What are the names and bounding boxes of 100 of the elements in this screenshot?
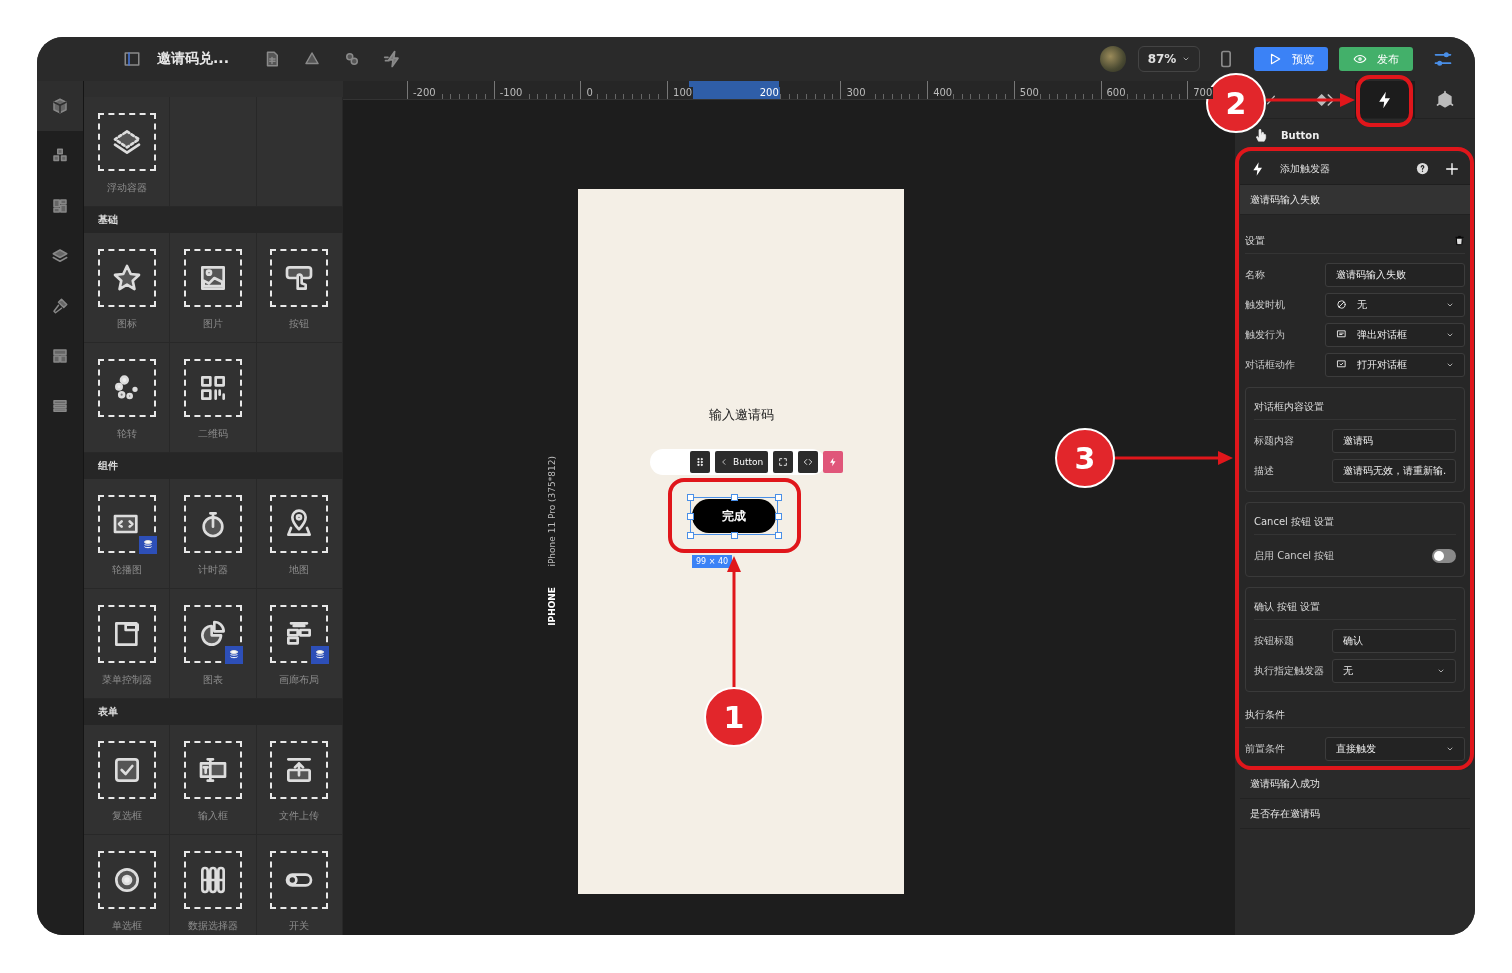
component-tile[interactable] <box>97 851 156 909</box>
sliders-icon <box>1433 49 1453 69</box>
code-button[interactable] <box>798 451 819 473</box>
component-label: 地图 <box>289 563 310 577</box>
resize-handle[interactable] <box>731 494 738 501</box>
grip-icon <box>695 457 705 467</box>
component-tile[interactable] <box>184 495 242 553</box>
brush-icon <box>51 297 69 315</box>
select-field[interactable]: 弹出对话框 <box>1325 322 1465 347</box>
code-icon <box>803 457 814 467</box>
component-label: 浮动容器 <box>106 181 147 195</box>
field-label: 触发行为 <box>1245 327 1285 342</box>
component-tile[interactable] <box>184 851 242 909</box>
field-label: 执行指定触发器 <box>1254 663 1324 678</box>
component-label: 输入框 <box>198 809 228 823</box>
preview-button[interactable]: 预览 <box>1254 47 1328 71</box>
component-label: 图片 <box>203 317 223 331</box>
component-label: 轮转 <box>116 427 137 441</box>
component-tile[interactable] <box>184 741 242 799</box>
ruler-label: 500 <box>1018 87 1040 99</box>
field-label: 前置条件 <box>1245 741 1285 756</box>
panel-title: 添加触发器 <box>1280 161 1331 176</box>
input-field[interactable]: 确认 <box>1332 628 1456 653</box>
plus-icon <box>1444 160 1460 177</box>
resize-handle[interactable] <box>775 494 782 501</box>
avatar[interactable] <box>1100 46 1126 72</box>
component-tile[interactable] <box>97 113 156 171</box>
device-label: IPHONE <box>547 586 557 626</box>
component-label: 二维码 <box>198 427 228 441</box>
component-tile[interactable] <box>184 359 242 417</box>
component-tile[interactable] <box>270 495 329 553</box>
chevron-left-icon <box>720 458 728 466</box>
resize-handle[interactable] <box>775 532 782 539</box>
highlight-outline <box>1356 75 1413 127</box>
field-label: 描述 <box>1254 463 1274 478</box>
ban-icon <box>1336 299 1347 310</box>
component-tile[interactable] <box>270 249 329 307</box>
cube-icon <box>1435 89 1455 110</box>
group-title: 对话框内容设置 <box>1254 399 1324 414</box>
expand-icon <box>778 457 789 467</box>
ruler-label: 300 <box>845 87 867 99</box>
element-name: Button <box>1281 129 1320 141</box>
parent-select-button[interactable]: Button <box>715 451 769 473</box>
layout-icon <box>51 347 69 365</box>
component-label: 按钮 <box>289 317 310 331</box>
ruler-label: 200 <box>758 87 780 99</box>
component-label: 计时器 <box>198 563 228 577</box>
input-field[interactable]: 邀请码输入失败 <box>1325 262 1465 287</box>
component-tile[interactable] <box>184 249 242 307</box>
component-tile[interactable] <box>97 359 156 417</box>
group-title: 执行条件 <box>1245 707 1285 722</box>
component-tile[interactable] <box>97 605 156 663</box>
zoom-select[interactable]: 87% <box>1138 46 1200 72</box>
trigger-item[interactable]: 邀请码输入失败 <box>1240 185 1470 215</box>
field-label: 启用 Cancel 按钮 <box>1254 548 1335 563</box>
select-field[interactable]: 打开对话框 <box>1325 352 1465 377</box>
input-field[interactable]: 邀请码 <box>1332 428 1456 453</box>
select-field[interactable]: 无 <box>1332 658 1456 683</box>
select-field[interactable]: 直接触发 <box>1325 736 1465 761</box>
component-tile[interactable] <box>97 741 156 799</box>
ruler-label: 600 <box>1105 87 1127 99</box>
resize-handle[interactable] <box>687 494 694 501</box>
ruler-label: -100 <box>498 87 524 99</box>
drag-handle-button[interactable] <box>690 451 710 473</box>
field-label: 按钮标题 <box>1254 633 1294 648</box>
component-tile[interactable] <box>184 605 242 663</box>
component-label: 画廊布局 <box>279 673 320 687</box>
select-field[interactable]: 无 <box>1325 292 1465 317</box>
ruler-label: 700 <box>1192 87 1214 99</box>
section-header: 组件 <box>84 453 343 479</box>
ruler-label: 400 <box>932 87 954 99</box>
help-icon <box>1415 161 1430 176</box>
expand-button[interactable] <box>773 451 794 473</box>
done-button[interactable]: 完成 <box>692 499 776 533</box>
field-label: 对话框动作 <box>1245 357 1295 372</box>
play-icon <box>1268 52 1282 66</box>
input-field[interactable]: 邀请码无效，请重新输. <box>1332 458 1456 483</box>
sidebar-tab[interactable] <box>37 81 83 131</box>
size-badge: 99 × 40 <box>692 555 733 568</box>
sidebar-icon <box>123 50 141 68</box>
resize-handle[interactable] <box>687 513 694 520</box>
component-label: 图表 <box>203 673 223 687</box>
component-tile[interactable] <box>97 495 156 553</box>
component-label: 菜单控制器 <box>101 673 152 687</box>
group-title: 确认 按钮 设置 <box>1254 599 1321 614</box>
component-tile[interactable] <box>97 249 156 307</box>
field-label: 标题内容 <box>1254 433 1294 448</box>
resize-handle[interactable] <box>687 532 694 539</box>
resize-handle[interactable] <box>731 532 738 539</box>
layers-icon <box>51 247 69 265</box>
component-tile[interactable] <box>270 605 329 663</box>
eye-icon <box>1353 52 1367 66</box>
resize-handle[interactable] <box>775 513 782 520</box>
component-label: 轮播图 <box>111 563 142 577</box>
toggle-switch[interactable] <box>1432 548 1456 563</box>
component-label: 单选框 <box>111 919 142 933</box>
component-tile[interactable] <box>270 851 329 909</box>
component-tile[interactable] <box>270 741 329 799</box>
ruler-label: 0 <box>585 87 594 99</box>
field-label: 触发时机 <box>1245 297 1285 312</box>
